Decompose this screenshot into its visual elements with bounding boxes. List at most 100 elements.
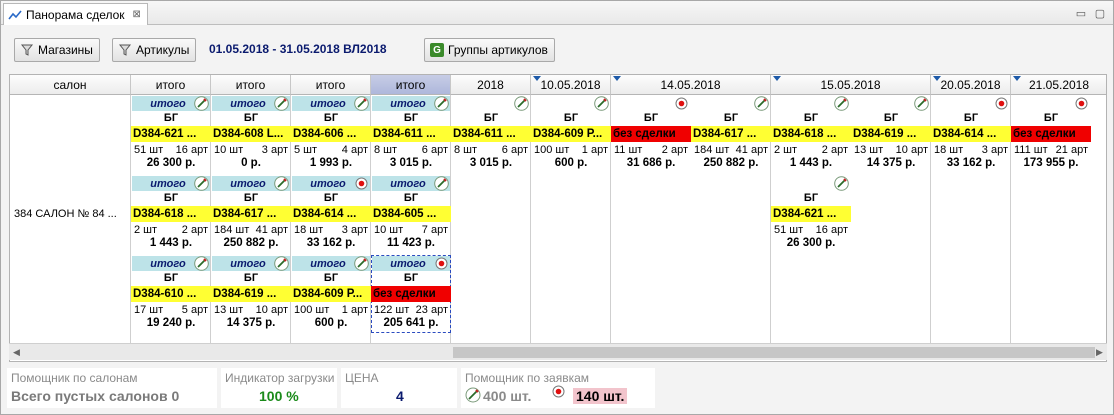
deal-cell[interactable]: итого БГ D384-617 ... 184 шт 41 арт 250 882 р…	[211, 175, 291, 253]
cell-group-label: БГ	[163, 272, 179, 284]
column-header[interactable]: 15.05.2018	[771, 75, 931, 95]
cell-sum: 600 р.	[314, 317, 348, 329]
deals-grid: салон итого итого итого итого 2018 10.05.2018…	[9, 74, 1107, 362]
pen-icon[interactable]	[754, 96, 769, 111]
cell-quantity-row: 10 шт 3 арт	[211, 144, 291, 156]
sort-triangle-icon	[613, 76, 621, 81]
cell-header-label: итого	[390, 97, 426, 110]
scrollbar-thumb[interactable]	[453, 347, 1095, 358]
cell-article-code: D384-610 ...	[131, 286, 211, 302]
scroll-right-icon[interactable]: ▶	[1096, 347, 1103, 358]
column-header-label: итого	[235, 77, 266, 92]
deal-cell[interactable]: БГ без сделки 11 шт 2 арт 31 686 р.	[611, 95, 691, 173]
cell-header-label: итого	[150, 97, 186, 110]
target-dot-icon[interactable]	[434, 256, 449, 271]
salon-helper-value: Всего пустых салонов 0	[11, 388, 180, 404]
column-header-label: 10.05.2018	[540, 77, 601, 92]
tab-deal-panorama[interactable]: Панорама сделок ⊠	[3, 3, 148, 25]
column-header[interactable]: 10.05.2018	[531, 75, 611, 95]
filter-icon	[20, 44, 34, 56]
deal-cell[interactable]: итого БГ D384-611 ... 8 шт 6 арт 3 015 р.	[371, 95, 451, 173]
column-header[interactable]: итого	[371, 75, 451, 95]
target-dot-icon	[552, 385, 565, 398]
deal-cell[interactable]: итого БГ D384-618 ... 2 шт 2 арт 1 443 р.	[131, 175, 211, 253]
deal-cell[interactable]: итого БГ D384-605 ... 10 шт 7 арт 11 423 р.	[371, 175, 451, 253]
target-dot-icon[interactable]	[994, 96, 1009, 111]
pen-icon[interactable]	[914, 96, 929, 111]
cell-article-code: D384-619 ...	[211, 286, 291, 302]
cell-sum: 26 300 р.	[786, 237, 836, 249]
cell-articles-count: 1 арт	[581, 144, 608, 156]
deal-cell[interactable]: итого БГ D384-606 ... 5 шт 4 арт 1 993 р.	[291, 95, 371, 173]
deal-cell[interactable]: итого БГ D384-621 ... 51 шт 16 арт 26 300 р.	[131, 95, 211, 173]
deal-cell[interactable]: итого БГ D384-610 ... 17 шт 5 арт 19 240 р.	[131, 255, 211, 333]
column-header[interactable]: 20.05.2018	[931, 75, 1011, 95]
pen-icon[interactable]	[274, 176, 289, 191]
horizontal-scrollbar[interactable]: ◀ ▶	[9, 343, 1107, 360]
column-header[interactable]: 2018	[451, 75, 531, 95]
pen-icon[interactable]	[194, 256, 209, 271]
close-tab-icon[interactable]: ⊠	[133, 9, 141, 20]
cell-article-code: без сделки	[1011, 126, 1091, 142]
deal-cell[interactable]: итого БГ D384-608 L... 10 шт 3 арт 0 р.	[211, 95, 291, 173]
cell-article-code: D384-617 ...	[211, 206, 291, 222]
pen-icon[interactable]	[434, 96, 449, 111]
target-dot-icon[interactable]	[1074, 96, 1089, 111]
pen-icon[interactable]	[274, 96, 289, 111]
pen-icon[interactable]	[354, 256, 369, 271]
pen-icon[interactable]	[274, 256, 289, 271]
deal-cell[interactable]: БГ D384-621 ... 51 шт 16 арт 26 300 р.	[771, 175, 851, 253]
stores-button[interactable]: Магазины	[14, 38, 100, 62]
articles-button[interactable]: Артикулы	[112, 38, 197, 62]
pen-icon[interactable]	[834, 176, 849, 191]
scroll-left-icon[interactable]: ◀	[13, 347, 20, 358]
cell-sum: 26 300 р.	[146, 157, 196, 169]
minimize-icon[interactable]: ▭	[1074, 6, 1088, 20]
pen-icon[interactable]	[434, 176, 449, 191]
cell-pieces: 13 шт	[854, 144, 884, 156]
cell-pieces: 2 шт	[774, 144, 798, 156]
cell-group-label: БГ	[403, 272, 419, 284]
column-header[interactable]: итого	[211, 75, 291, 95]
pen-icon[interactable]	[194, 176, 209, 191]
cell-article-code: D384-614 ...	[931, 126, 1011, 142]
deal-cell[interactable]: БГ без сделки 111 шт 21 арт 173 955 р.	[1011, 95, 1091, 173]
cell-sum: 19 240 р.	[146, 317, 196, 329]
deal-cell[interactable]: итого БГ D384-609 Р... 100 шт 1 арт 600 р.	[291, 255, 371, 333]
maximize-icon[interactable]: ▢	[1093, 6, 1107, 20]
column-header[interactable]: итого	[131, 75, 211, 95]
deal-cell[interactable]: БГ D384-609 Р... 100 шт 1 арт 600 р.	[531, 95, 611, 173]
deal-cell[interactable]: БГ D384-614 ... 18 шт 3 арт 33 162 р.	[931, 95, 1011, 173]
deal-cell[interactable]: итого БГ D384-614 ... 18 шт 3 арт 33 162 р.	[291, 175, 371, 253]
cell-pieces: 8 шт	[454, 144, 478, 156]
column-header[interactable]: итого	[291, 75, 371, 95]
cell-articles-count: 2 арт	[181, 224, 208, 236]
deal-cell[interactable]: итого БГ D384-619 ... 13 шт 10 арт 14 375 р.	[211, 255, 291, 333]
deal-cell[interactable]: итого БГ без сделки 122 шт 23 арт 205 641 р.	[371, 255, 451, 333]
cell-articles-count: 7 арт	[421, 224, 448, 236]
cell-pieces: 18 шт	[934, 144, 964, 156]
deal-cell[interactable]: БГ D384-618 ... 2 шт 2 арт 1 443 р.	[771, 95, 851, 173]
pen-icon[interactable]	[594, 96, 609, 111]
deal-cell[interactable]: БГ D384-611 ... 8 шт 6 арт 3 015 р.	[451, 95, 531, 173]
pen-icon[interactable]	[514, 96, 529, 111]
article-groups-button[interactable]: G Группы артикулов	[424, 38, 555, 62]
cell-pieces: 18 шт	[294, 224, 324, 236]
pen-icon[interactable]	[194, 96, 209, 111]
deal-cell[interactable]: БГ D384-617 ... 184 шт 41 арт 250 882 р.	[691, 95, 771, 173]
deal-cell[interactable]: БГ D384-619 ... 13 шт 10 арт 14 375 р.	[851, 95, 931, 173]
column-header[interactable]: 14.05.2018	[611, 75, 771, 95]
cell-sum: 31 686 р.	[626, 157, 676, 169]
pen-icon[interactable]	[354, 96, 369, 111]
column-header-salon[interactable]: салон	[10, 75, 131, 95]
target-dot-icon[interactable]	[354, 176, 369, 191]
cell-group-label: БГ	[963, 112, 979, 124]
salon-name[interactable]: 384 САЛОН № 84 ...	[14, 208, 117, 220]
target-dot-icon[interactable]	[674, 96, 689, 111]
pen-icon[interactable]	[834, 96, 849, 111]
sort-triangle-icon	[773, 76, 781, 81]
cell-header	[692, 96, 770, 111]
cell-article-code: D384-609 Р...	[531, 126, 611, 142]
column-header[interactable]: 21.05.2018	[1011, 75, 1106, 95]
cell-group-label: БГ	[643, 112, 659, 124]
